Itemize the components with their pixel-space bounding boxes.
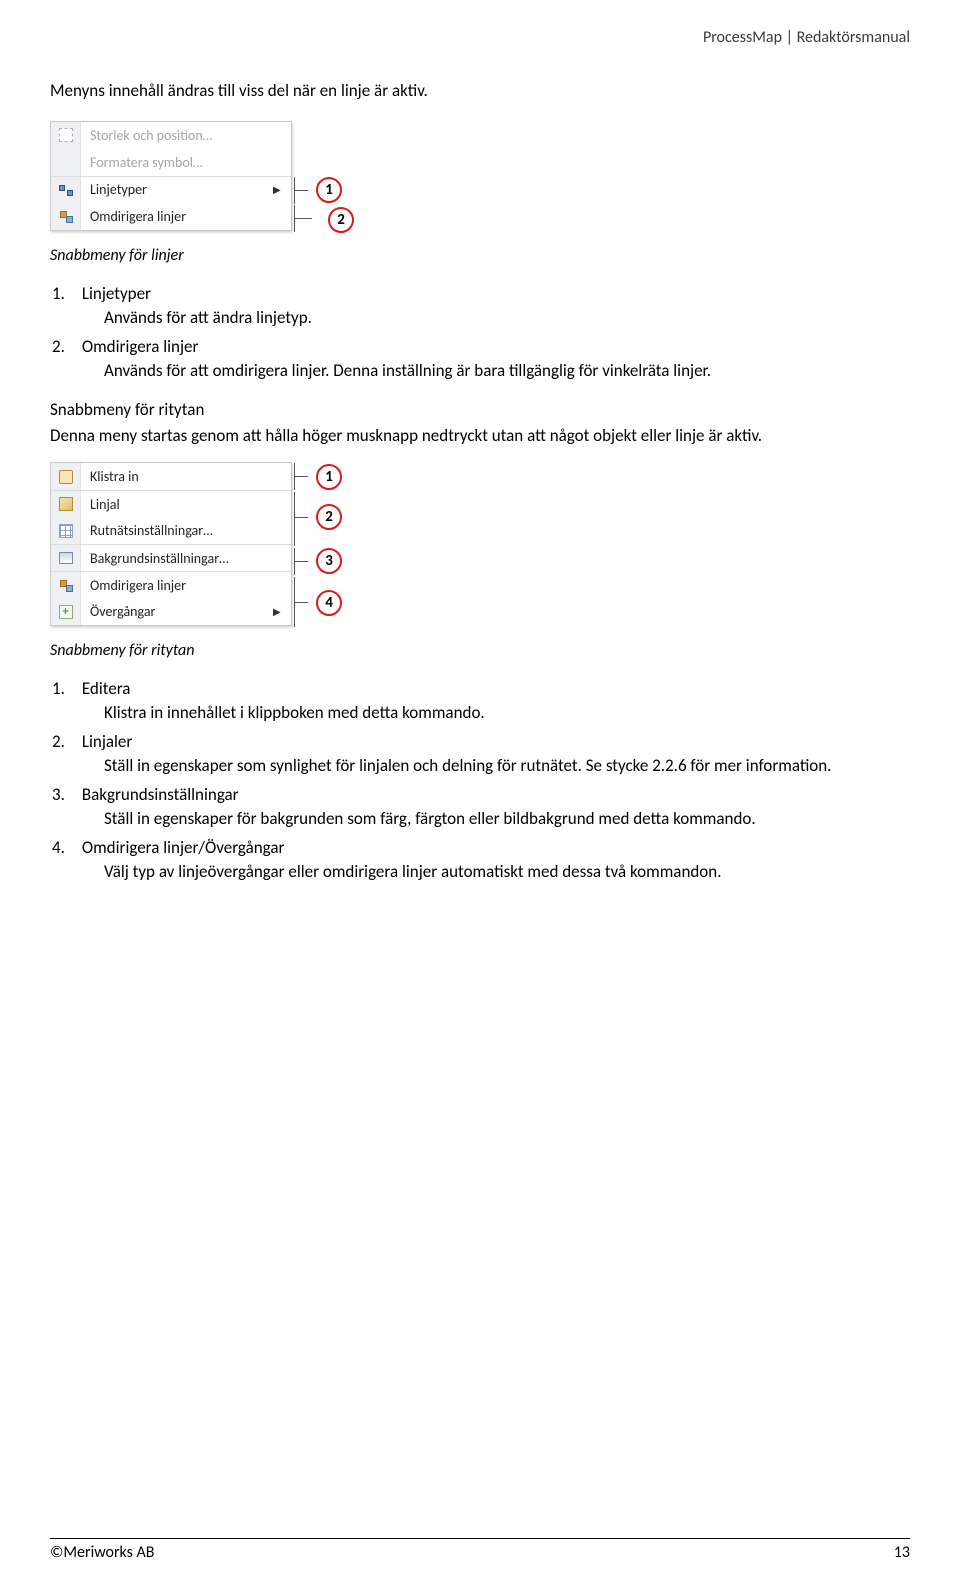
menu-item-label: Bakgrundsinställningar… bbox=[81, 550, 273, 567]
context-menu-canvas: Klistra in Linjal Rutnätsinställningar… … bbox=[50, 462, 292, 626]
section-body-canvas-menu: Denna meny startas genom att hålla höger… bbox=[50, 425, 910, 448]
intro-text-1: Menyns innehåll ändras till viss del när… bbox=[50, 80, 910, 103]
paste-icon bbox=[51, 463, 81, 490]
menu-item-label: Rutnätsinställningar… bbox=[81, 522, 273, 539]
menu-item-label: Formatera symbol… bbox=[81, 154, 273, 171]
list-lines-explanation: 1. Linjetyper Används för att ändra linj… bbox=[50, 283, 910, 381]
list-body: Används för att omdirigera linjer. Denna… bbox=[104, 360, 910, 381]
list-title: Linjetyper bbox=[82, 283, 151, 304]
header-breadcrumb: ProcessMap | Redaktörsmanual bbox=[703, 28, 910, 47]
format-symbol-icon bbox=[51, 149, 81, 176]
list-number: 1. bbox=[52, 283, 78, 304]
menu-item-transitions[interactable]: + Övergångar ▶ bbox=[51, 598, 291, 625]
list-title: Editera bbox=[82, 678, 131, 699]
menu-item-label: Linjetyper bbox=[81, 181, 273, 198]
callout-badge-1: 1 bbox=[316, 177, 342, 203]
menu-item-background-settings[interactable]: Bakgrundsinställningar… bbox=[51, 544, 291, 571]
callout-badge-3: 3 bbox=[316, 548, 342, 574]
submenu-arrow-icon: ▶ bbox=[273, 605, 291, 618]
menu-item-label: Omdirigera linjer bbox=[81, 208, 273, 225]
menu-item-label: Linjal bbox=[81, 496, 273, 513]
menu-item-label: Omdirigera linjer bbox=[81, 577, 273, 594]
redirect-lines-icon bbox=[51, 203, 81, 230]
figure-caption-2: Snabbmeny för ritytan bbox=[50, 640, 910, 662]
submenu-arrow-icon: ▶ bbox=[273, 183, 291, 196]
menu-item-paste[interactable]: Klistra in bbox=[51, 463, 291, 490]
size-position-icon bbox=[51, 122, 81, 149]
ruler-icon bbox=[51, 491, 81, 517]
figure-menu-lines: Storlek och position… Formatera symbol… … bbox=[50, 121, 910, 239]
redirect-lines-icon bbox=[51, 572, 81, 598]
figure-caption-1: Snabbmeny för linjer bbox=[50, 245, 910, 267]
background-icon bbox=[51, 545, 81, 571]
linetypes-icon bbox=[51, 177, 81, 203]
menu-item-label: Övergångar bbox=[81, 603, 273, 620]
callout-badge-2: 2 bbox=[316, 504, 342, 530]
list-body: Välj typ av linjeövergångar eller omdiri… bbox=[104, 861, 910, 882]
transitions-icon: + bbox=[51, 598, 81, 625]
menu-item-size-position[interactable]: Storlek och position… bbox=[51, 122, 291, 149]
callout-badge-1: 1 bbox=[316, 464, 342, 490]
list-number: 4. bbox=[52, 837, 78, 858]
footer-page-number: 13 bbox=[894, 1543, 910, 1562]
figure-menu-canvas: Klistra in Linjal Rutnätsinställningar… … bbox=[50, 462, 910, 634]
grid-icon bbox=[51, 517, 81, 544]
list-body: Ställ in egenskaper för bakgrunden som f… bbox=[104, 808, 910, 829]
menu-item-format-symbol[interactable]: Formatera symbol… bbox=[51, 149, 291, 176]
list-title: Bakgrundsinställningar bbox=[82, 784, 239, 805]
list-body: Klistra in innehållet i klippboken med d… bbox=[104, 702, 910, 723]
menu-item-ruler[interactable]: Linjal bbox=[51, 490, 291, 517]
page-footer: ©Meriworks AB 13 bbox=[50, 1538, 910, 1562]
list-title: Omdirigera linjer bbox=[82, 336, 199, 357]
menu-item-linetypes[interactable]: Linjetyper ▶ bbox=[51, 176, 291, 203]
menu-item-redirect-lines-2[interactable]: Omdirigera linjer bbox=[51, 571, 291, 598]
footer-copyright: ©Meriworks AB bbox=[50, 1543, 155, 1562]
menu-item-label: Klistra in bbox=[81, 468, 273, 485]
list-title: Omdirigera linjer/Övergångar bbox=[82, 837, 285, 858]
menu-item-grid-settings[interactable]: Rutnätsinställningar… bbox=[51, 517, 291, 544]
list-canvas-explanation: 1. Editera Klistra in innehållet i klipp… bbox=[50, 678, 910, 882]
context-menu-lines: Storlek och position… Formatera symbol… … bbox=[50, 121, 292, 231]
list-number: 3. bbox=[52, 784, 78, 805]
menu-item-label: Storlek och position… bbox=[81, 127, 273, 144]
menu-item-redirect-lines[interactable]: Omdirigera linjer bbox=[51, 203, 291, 230]
list-title: Linjaler bbox=[82, 731, 132, 752]
list-number: 1. bbox=[52, 678, 78, 699]
callout-badge-2: 2 bbox=[328, 207, 354, 233]
list-number: 2. bbox=[52, 731, 78, 752]
callout-badge-4: 4 bbox=[316, 590, 342, 616]
section-heading-canvas-menu: Snabbmeny för ritytan bbox=[50, 399, 910, 422]
list-body: Används för att ändra linjetyp. bbox=[104, 307, 910, 328]
list-number: 2. bbox=[52, 336, 78, 357]
list-body: Ställ in egenskaper som synlighet för li… bbox=[104, 755, 910, 776]
